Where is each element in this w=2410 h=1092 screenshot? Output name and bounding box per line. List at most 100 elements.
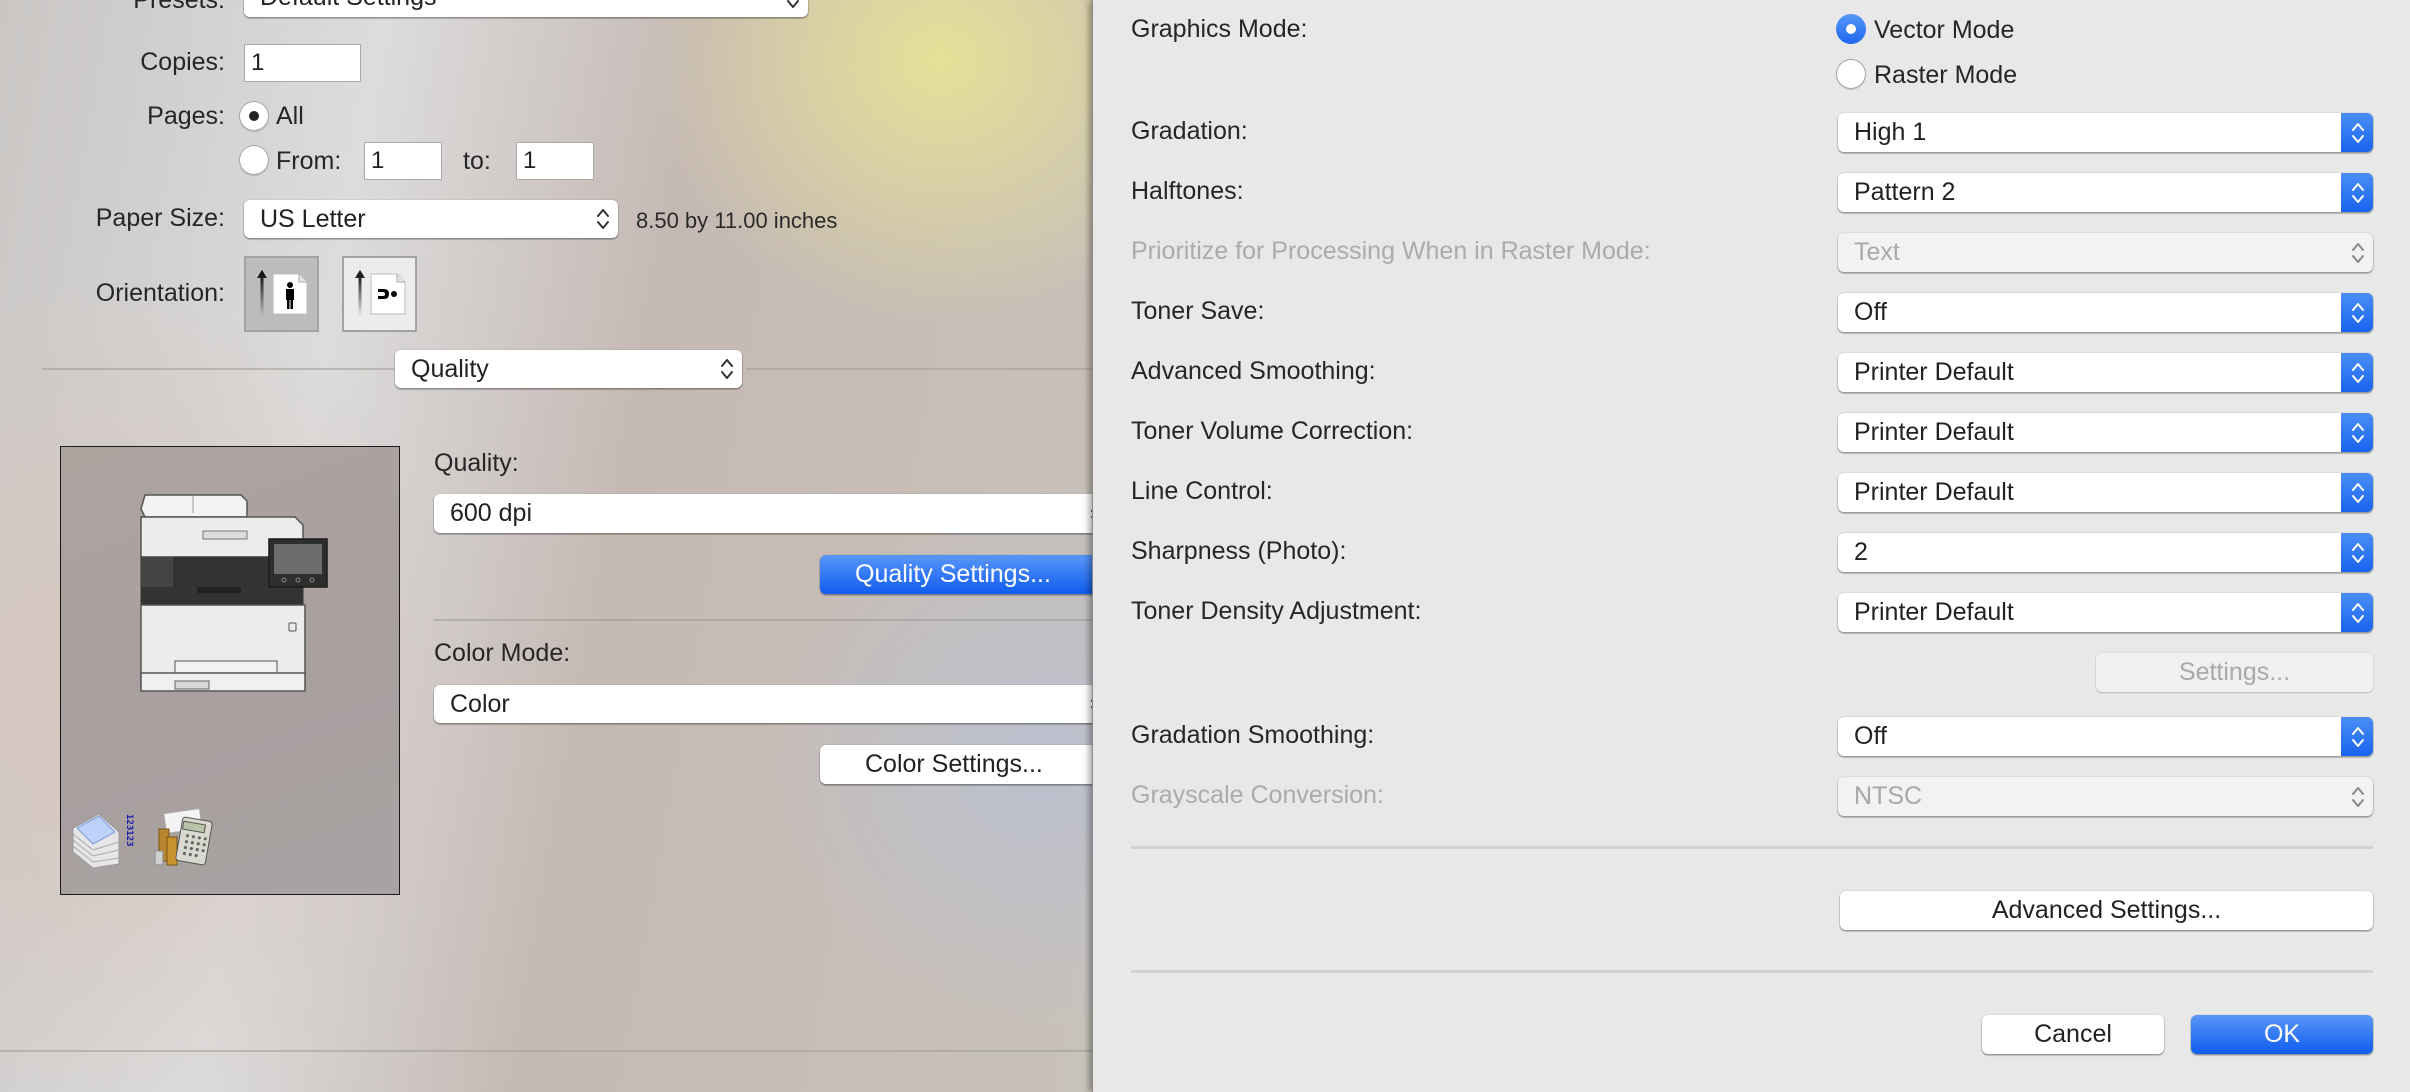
setting-popup[interactable]: 2 (1838, 533, 2373, 572)
setting-label: Toner Density Adjustment: (1131, 597, 1422, 625)
quality-label: Quality: (434, 449, 519, 477)
popup-arrows-icon (2351, 600, 2365, 626)
quality-settings-sheet: Graphics Mode: Vector Mode Raster Mode G… (1092, 0, 2410, 1092)
color-mode-value: Color (450, 689, 510, 718)
setting-label: Gradation: (1131, 117, 1248, 145)
popup-arrows-icon (2351, 420, 2365, 446)
color-mode-popup[interactable]: Color (434, 685, 1114, 723)
pages-all-radio[interactable] (239, 101, 269, 131)
presets-value: Default Settings (260, 0, 437, 12)
setting-value: 2 (1854, 538, 1868, 566)
setting-value: Printer Default (1854, 418, 2014, 446)
portrait-orientation-icon (256, 270, 307, 316)
raster-mode-radio[interactable] (1836, 59, 1866, 89)
setting-popup[interactable]: Pattern 2 (1838, 173, 2373, 212)
section-popup-value: Quality (411, 354, 489, 383)
quality-value: 600 dpi (450, 499, 533, 527)
quality-divider (434, 619, 1100, 621)
cost-calculator-icon (154, 808, 213, 866)
pages-all-label: All (276, 102, 304, 130)
gradation-smoothing-popup[interactable]: Off (1838, 717, 2373, 756)
setting-value: Pattern 2 (1854, 178, 1956, 206)
copies-field[interactable]: 1 (244, 44, 361, 82)
raster-mode-label: Raster Mode (1874, 61, 2018, 89)
section-popup[interactable]: Quality (395, 350, 742, 388)
pages-from-label: From: (276, 147, 342, 175)
quality-popup[interactable]: 600 dpi (434, 494, 1114, 533)
gradation-smoothing-value: Off (1854, 722, 1887, 750)
copies-label: Copies: (140, 48, 225, 76)
collate-digits: 123123 (124, 814, 134, 847)
print-dialog-panel: Presets: Default Settings Copies: 1 Page… (0, 0, 1115, 1092)
orientation-landscape-button[interactable] (342, 256, 417, 332)
setting-label: Halftones: (1131, 177, 1244, 205)
popup-arrows-icon (2351, 784, 2365, 810)
setting-label: Sharpness (Photo): (1131, 537, 1347, 565)
presets-popup[interactable]: Default Settings (244, 0, 808, 17)
setting-label: Toner Volume Correction: (1131, 417, 1414, 445)
setting-label: Advanced Smoothing: (1131, 357, 1376, 385)
setting-value: Printer Default (1854, 358, 2014, 386)
setting-label: Toner Save: (1131, 297, 1265, 325)
setting-popup[interactable]: Text (1838, 233, 2373, 272)
sheet-divider (1131, 970, 2373, 973)
ok-button[interactable]: OK (2191, 1015, 2373, 1054)
popup-arrows-icon (2351, 360, 2365, 386)
setting-value: Off (1854, 298, 1887, 326)
setting-label: Line Control: (1131, 477, 1273, 505)
section-divider (42, 368, 394, 370)
vector-mode-radio[interactable] (1836, 14, 1866, 44)
graphics-mode-label: Graphics Mode: (1131, 15, 1308, 43)
setting-value: Printer Default (1854, 598, 2014, 626)
color-settings-button[interactable]: Color Settings... (820, 745, 1115, 784)
paper-size-value: US Letter (260, 204, 366, 233)
grayscale-conversion-value: NTSC (1854, 782, 1923, 810)
pages-label: Pages: (147, 102, 225, 130)
collated-pages-icon: 123123 (72, 813, 134, 869)
popup-arrows-icon (2351, 724, 2365, 750)
setting-popup[interactable]: Printer Default (1838, 473, 2373, 512)
pages-from-radio[interactable] (239, 145, 269, 175)
setting-value: Text (1854, 238, 1900, 266)
presets-label: Presets: (133, 0, 225, 14)
setting-value: High 1 (1854, 118, 1927, 146)
popup-arrows-icon (2351, 120, 2365, 146)
setting-popup[interactable]: High 1 (1838, 113, 2373, 152)
sheet-divider (1131, 846, 2373, 849)
grayscale-conversion-popup[interactable]: NTSC (1838, 777, 2373, 816)
color-mode-label: Color Mode: (434, 639, 571, 667)
landscape-orientation-icon (354, 270, 405, 316)
advanced-settings-button[interactable]: Advanced Settings... (1840, 891, 2373, 930)
popup-arrows-icon (2351, 180, 2365, 206)
orientation-portrait-button[interactable] (244, 256, 319, 332)
vector-mode-label: Vector Mode (1874, 16, 2015, 44)
popup-arrows-icon (2351, 540, 2365, 566)
setting-popup[interactable]: Printer Default (1838, 413, 2373, 452)
popup-arrows-icon (2351, 300, 2365, 326)
density-settings-button[interactable]: Settings... (2096, 653, 2373, 692)
bottom-divider (0, 1050, 1100, 1052)
paper-dimensions-text: 8.50 by 11.00 inches (636, 208, 838, 233)
grayscale-conversion-label: Grayscale Conversion: (1131, 781, 1384, 809)
cancel-button[interactable]: Cancel (1982, 1015, 2164, 1054)
pages-from-field[interactable]: 1 (364, 142, 442, 180)
printer-illustration-icon (140, 494, 328, 692)
gradation-smoothing-label: Gradation Smoothing: (1131, 721, 1375, 749)
section-divider (746, 368, 1100, 370)
setting-label: Prioritize for Processing When in Raster… (1131, 237, 1651, 265)
paper-size-popup[interactable]: US Letter (244, 200, 618, 238)
pages-to-label: to: (463, 147, 491, 175)
setting-popup[interactable]: Off (1838, 293, 2373, 332)
paper-size-label: Paper Size: (95, 204, 225, 232)
popup-arrows-icon (2351, 240, 2365, 266)
setting-popup[interactable]: Printer Default (1838, 353, 2373, 392)
pages-to-field[interactable]: 1 (516, 142, 594, 180)
popup-arrows-icon (786, 0, 800, 11)
quality-settings-button[interactable]: Quality Settings... (820, 555, 1115, 594)
popup-arrows-icon (596, 206, 610, 232)
orientation-label: Orientation: (95, 279, 225, 307)
popup-arrows-icon (720, 356, 734, 382)
setting-popup[interactable]: Printer Default (1838, 593, 2373, 632)
printer-preview: 123123 (60, 446, 400, 895)
popup-arrows-icon (2351, 480, 2365, 506)
